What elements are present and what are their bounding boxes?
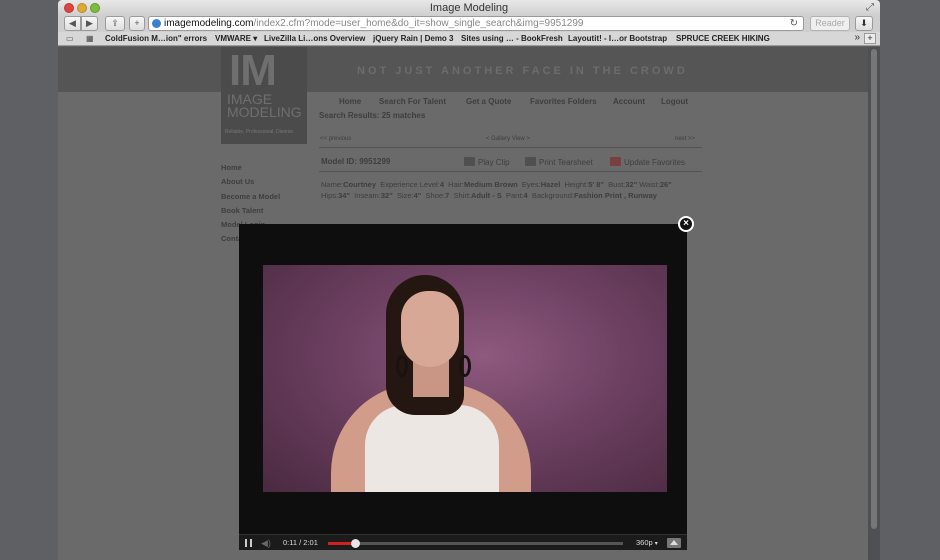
expand-player-button[interactable] — [667, 538, 681, 548]
back-button[interactable]: ◀ — [64, 16, 81, 31]
playback-time: 0:11 / 2:01 — [283, 538, 318, 547]
window-title: Image Modeling — [429, 2, 509, 14]
nav-home[interactable]: Home — [339, 97, 361, 106]
sidenav-home[interactable]: Home — [221, 163, 242, 172]
earring-left — [396, 355, 408, 377]
earring-right — [459, 355, 471, 377]
logo-subtitle: Reliable. Professional. Diverse. — [225, 129, 295, 135]
nav-search-talent[interactable]: Search For Talent — [379, 97, 446, 106]
bookmarks-overflow-icon[interactable]: » — [854, 32, 860, 43]
printer-icon — [525, 157, 536, 166]
scrollbar-thumb[interactable] — [871, 49, 877, 529]
top-sites-icon[interactable]: ▦ — [86, 34, 94, 43]
model-id: Model ID: 9951299 — [321, 157, 391, 166]
print-tearsheet-link[interactable]: Print Tearsheet — [525, 157, 593, 167]
pause-icon[interactable] — [245, 539, 252, 547]
bookmarks-bar: ▭ ▦ ColdFusion M…ion" errors VMWARE ▾ Li… — [58, 32, 880, 46]
divider — [319, 171, 702, 172]
share-icon: ⇪ — [111, 18, 119, 28]
browser-toolbar: ◀ ▶ ⇪ + imagemodeling.com/index2.cfm?mod… — [58, 16, 880, 32]
download-icon: ⬇ — [860, 18, 868, 28]
caret-down-icon: ▾ — [654, 541, 658, 547]
bookmark-item[interactable]: ColdFusion M…ion" errors — [105, 34, 207, 43]
back-arrow-icon: ◀ — [69, 18, 76, 28]
bookmark-item[interactable]: Layoutit! - I…or Bootstrap — [568, 34, 667, 43]
model-details: Name:Courtney Experience Level:4 Hair:Me… — [321, 180, 672, 200]
site-banner: NOT JUST ANOTHER FACE IN THE CROWD — [58, 47, 868, 92]
search-results-count: Search Results: 25 matches — [319, 111, 426, 120]
sidenav-become-model[interactable]: Become a Model — [221, 192, 280, 201]
model-face — [401, 291, 459, 367]
sidenav-book-talent[interactable]: Book Talent — [221, 206, 263, 215]
bookmark-item[interactable]: SPRUCE CREEK HIKING — [676, 34, 770, 43]
nav-favorites-folders[interactable]: Favorites Folders — [530, 97, 597, 106]
logo-mark: IM — [229, 46, 277, 95]
gallery-view-link[interactable]: < Gallery View > — [486, 136, 530, 142]
downloads-button[interactable]: ⬇ — [855, 16, 873, 31]
plus-icon: + — [134, 18, 140, 28]
forward-button[interactable]: ▶ — [81, 16, 98, 31]
model-top — [365, 405, 499, 492]
video-player[interactable] — [263, 265, 667, 492]
new-tab-button[interactable]: + — [864, 33, 876, 44]
reader-button[interactable]: Reader — [810, 16, 850, 31]
bookmark-item[interactable]: Sites using … - BookFresh — [461, 34, 563, 43]
bookmark-item[interactable]: VMWARE ▾ — [215, 34, 257, 43]
seek-bar[interactable] — [328, 539, 623, 548]
update-favorites-link[interactable]: Update Favorites — [610, 157, 685, 167]
nav-logout[interactable]: Logout — [661, 97, 688, 106]
film-icon — [464, 157, 475, 166]
nav-get-quote[interactable]: Get a Quote — [466, 97, 511, 106]
divider — [319, 147, 702, 148]
close-lightbox-button[interactable]: × — [678, 216, 694, 232]
seek-handle[interactable] — [350, 539, 360, 548]
video-lightbox: ◀) 0:11 / 2:01 360p ▾ — [239, 224, 687, 550]
reload-icon[interactable]: ↻ — [790, 17, 798, 30]
favorites-icon — [610, 157, 621, 166]
sidenav-about-us[interactable]: About Us — [221, 177, 254, 186]
url-host: imagemodeling.com — [164, 18, 254, 29]
add-bookmark-button[interactable]: + — [129, 16, 145, 31]
player-controls: ◀) 0:11 / 2:01 360p ▾ — [239, 534, 687, 550]
bookmark-item[interactable]: jQuery Rain | Demo 3 — [373, 34, 453, 43]
site-tagline: NOT JUST ANOTHER FACE IN THE CROWD — [357, 65, 688, 77]
address-bar[interactable]: imagemodeling.com/index2.cfm?mode=user_h… — [148, 16, 804, 31]
bookmark-item[interactable]: LiveZilla Li…ons Overview — [264, 34, 365, 43]
url-path: /index2.cfm?mode=user_home&do_it=show_si… — [253, 18, 584, 29]
window-titlebar: Image Modeling ⤢ — [58, 0, 880, 16]
site-logo[interactable]: IM IMAGE MODELING Reliable. Professional.… — [221, 47, 307, 144]
page-scrollbar[interactable] — [868, 47, 880, 560]
play-clip-link[interactable]: Play Clip — [464, 157, 510, 167]
quality-selector[interactable]: 360p ▾ — [636, 538, 658, 547]
share-button[interactable]: ⇪ — [105, 16, 125, 31]
reading-list-icon[interactable]: ▭ — [66, 34, 74, 43]
globe-icon — [152, 19, 161, 28]
nav-account[interactable]: Account — [613, 97, 645, 106]
previous-link[interactable]: << previous — [320, 136, 351, 142]
volume-icon[interactable]: ◀) — [261, 538, 275, 548]
next-link[interactable]: next >> — [675, 136, 695, 142]
logo-text: IMAGE MODELING — [227, 91, 302, 120]
forward-arrow-icon: ▶ — [86, 18, 93, 28]
fullscreen-icon[interactable]: ⤢ — [866, 2, 874, 13]
